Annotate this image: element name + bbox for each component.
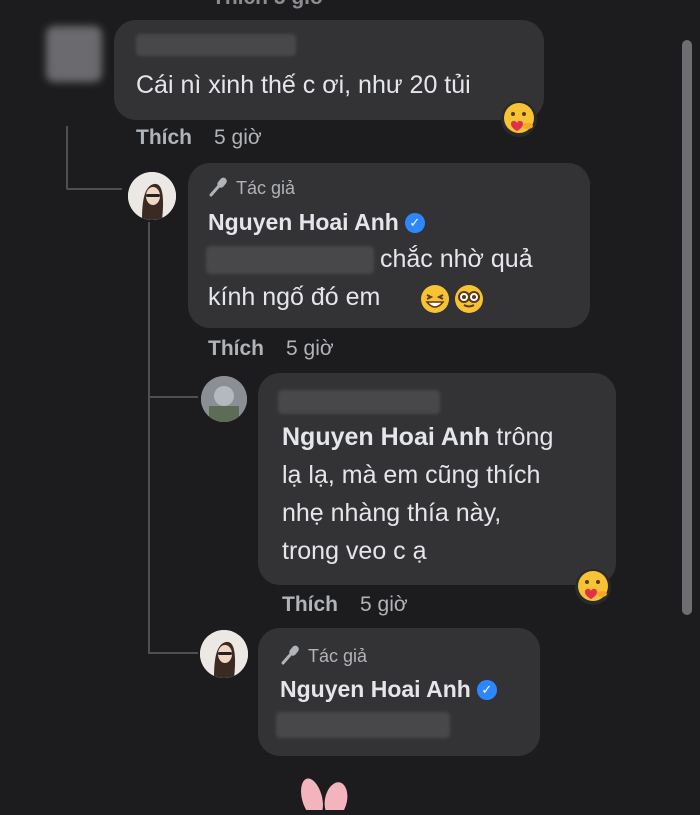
mention-redacted <box>206 246 374 274</box>
author-avatar[interactable] <box>200 630 248 678</box>
reply-text-line-4: trong veo c ạ <box>282 537 427 565</box>
author-tag: Tác giả <box>208 175 295 202</box>
like-link[interactable]: Thích <box>282 593 338 616</box>
commenter-avatar[interactable] <box>46 26 102 82</box>
comment-meta: Thích 5 giờ <box>136 126 262 150</box>
grinning-squint-icon <box>420 284 450 314</box>
comment-text: Cái nì xinh thế c ơi, như 20 tủi <box>136 71 471 99</box>
reply-meta: Thích 5 giờ <box>282 593 408 617</box>
timestamp: 5 giờ <box>360 593 408 616</box>
verified-badge-icon: ✓ <box>404 212 425 233</box>
nerd-glasses-icon <box>454 284 484 314</box>
reply-text-line-2: kính ngố đó em <box>208 283 381 311</box>
replier-name-redacted <box>278 390 440 414</box>
reply-text-line-1: Nguyen Hoai Anh trông <box>282 423 554 451</box>
face-holding-heart-icon[interactable] <box>500 100 538 138</box>
face-holding-heart-icon[interactable] <box>574 568 612 606</box>
thread-line-branch-2 <box>148 396 198 398</box>
thread-line-main-branch <box>66 188 122 190</box>
author-tag: Tác giả <box>280 643 367 670</box>
reply-text-line-3: nhẹ nhàng thía này, <box>282 499 502 527</box>
thread-line-main <box>66 126 68 188</box>
reply-text-line-1: chắc nhờ quả <box>380 245 533 273</box>
mention-author[interactable]: Nguyen Hoai Anh <box>282 423 489 451</box>
thread-line-branch-3 <box>148 652 198 654</box>
timestamp: 5 giờ <box>286 337 334 360</box>
author-name[interactable]: Nguyen Hoai Anh ✓ <box>208 209 425 236</box>
like-link[interactable]: Thích <box>136 126 192 149</box>
thread-line-reply <box>148 222 150 652</box>
timestamp: 5 giờ <box>214 126 262 149</box>
microphone-icon <box>280 643 302 670</box>
pink-hands-sticker-icon <box>292 772 362 815</box>
scrollbar[interactable] <box>682 40 692 615</box>
like-link[interactable]: Thích <box>208 337 264 360</box>
previous-comment-meta: Thích 5 giờ <box>212 0 325 10</box>
author-name[interactable]: Nguyen Hoai Anh ✓ <box>280 676 497 703</box>
reply-text-line-2: lạ lạ, mà em cũng thích <box>282 461 541 489</box>
verified-badge-icon: ✓ <box>476 679 497 700</box>
author-avatar[interactable] <box>128 172 176 220</box>
author-reply-meta: Thích 5 giờ <box>208 337 334 361</box>
reply-text-redacted <box>276 712 450 738</box>
microphone-icon <box>208 175 230 202</box>
replier-avatar[interactable] <box>201 376 247 422</box>
commenter-name-redacted <box>136 34 296 56</box>
